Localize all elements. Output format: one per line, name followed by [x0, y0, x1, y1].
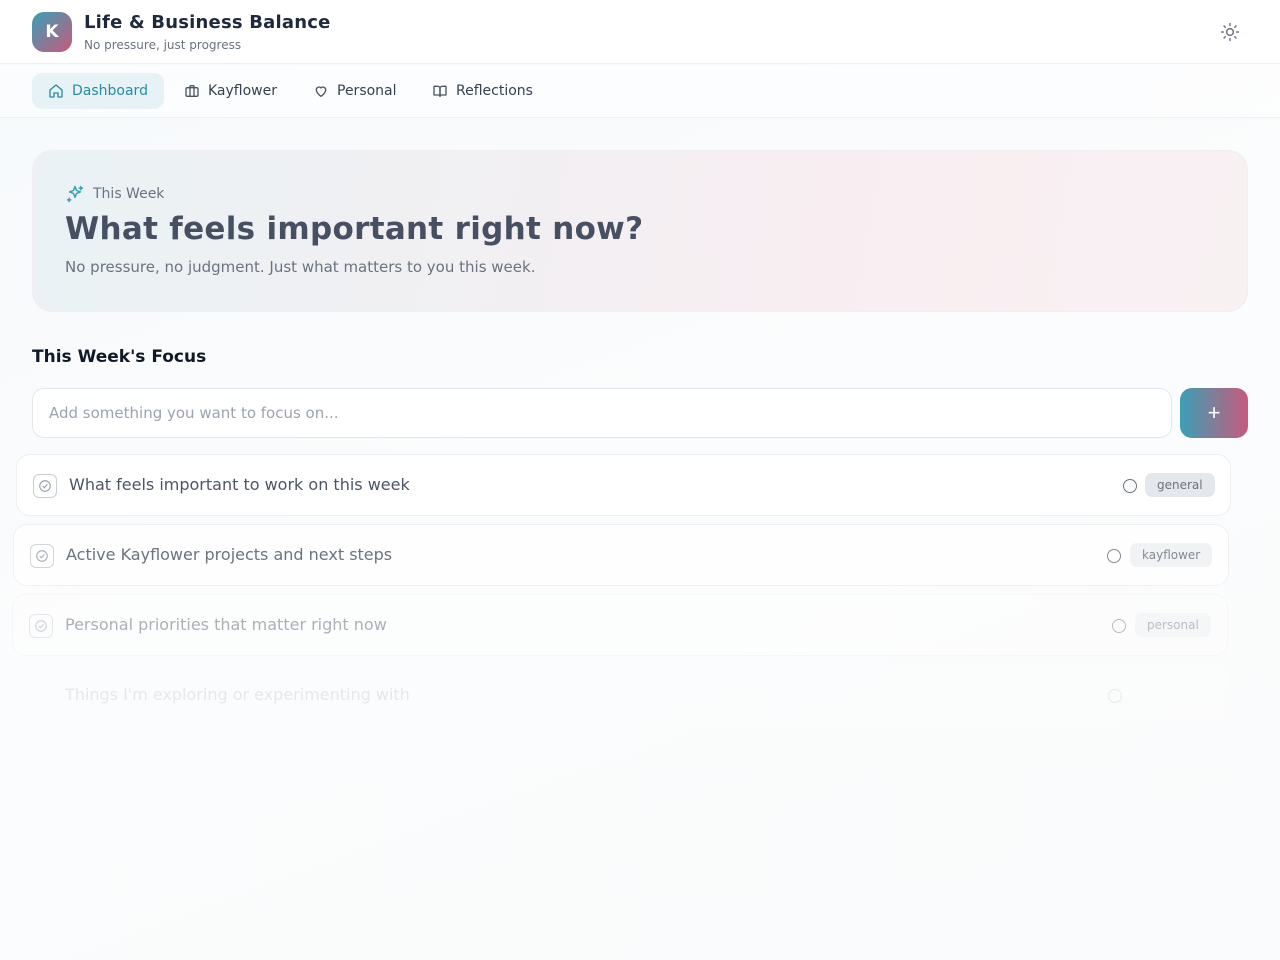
- item-checkbox[interactable]: [29, 614, 53, 638]
- focus-item-label: Active Kayflower projects and next steps: [66, 545, 393, 564]
- hero-eyebrow: This Week: [65, 184, 164, 204]
- heart-icon: [315, 86, 327, 97]
- focus-section-title: This Week's Focus: [32, 347, 207, 367]
- item-checkbox[interactable]: [30, 544, 54, 568]
- briefcase-icon: [185, 85, 199, 97]
- check-circle-icon: [36, 550, 48, 562]
- focus-input[interactable]: [32, 388, 1172, 438]
- sun-icon: [1220, 22, 1240, 42]
- focus-item-label: What feels important to work on this wee…: [69, 475, 410, 494]
- focus-item: Active Kayflower projects and next steps…: [13, 524, 1229, 586]
- focus-item-label: Personal priorities that matter right no…: [65, 615, 387, 634]
- focus-item: What feels important to work on this wee…: [16, 454, 1231, 516]
- hero-description: No pressure, no judgment. Just what matt…: [65, 258, 536, 276]
- check-circle-icon: [39, 480, 51, 492]
- home-icon: [49, 84, 63, 98]
- hero-eyebrow-label: This Week: [93, 186, 165, 202]
- tab-label: Kayflower: [208, 83, 278, 99]
- main-nav: Dashboard Kayflower Personal Reflections: [0, 65, 1280, 118]
- app-logo: K: [32, 12, 72, 52]
- item-status-toggle[interactable]: [1112, 619, 1126, 633]
- book-icon: [433, 85, 447, 97]
- check-circle-icon: [35, 620, 47, 632]
- item-status-toggle[interactable]: [1108, 689, 1122, 703]
- focus-item: Things I'm exploring or experimenting wi…: [12, 664, 1228, 726]
- tab-dashboard[interactable]: Dashboard: [32, 73, 164, 109]
- item-tag: personal: [1135, 613, 1211, 637]
- item-status-toggle[interactable]: [1107, 549, 1121, 563]
- app-subtitle: No pressure, just progress: [84, 38, 242, 52]
- tab-label: Dashboard: [72, 83, 148, 99]
- tab-reflections[interactable]: Reflections: [416, 73, 549, 109]
- focus-item: Personal priorities that matter right no…: [12, 594, 1228, 656]
- weekly-hero-card: This Week What feels important right now…: [32, 150, 1248, 312]
- app-header: K Life & Business Balance No pressure, j…: [0, 0, 1280, 64]
- focus-item-label: Things I'm exploring or experimenting wi…: [65, 685, 410, 704]
- app-title: Life & Business Balance: [84, 12, 331, 33]
- item-tag: general: [1145, 473, 1215, 497]
- tab-label: Personal: [337, 83, 397, 99]
- item-tag: kayflower: [1130, 543, 1213, 567]
- hero-title: What feels important right now?: [65, 211, 644, 247]
- theme-toggle-button[interactable]: [1218, 20, 1242, 44]
- add-focus-button[interactable]: +: [1180, 388, 1248, 438]
- tab-personal[interactable]: Personal: [297, 73, 413, 109]
- sparkles-icon: [66, 185, 84, 203]
- item-checkbox[interactable]: [33, 474, 57, 498]
- item-status-toggle[interactable]: [1123, 479, 1137, 493]
- tab-kayflower[interactable]: Kayflower: [168, 73, 293, 109]
- tab-label: Reflections: [456, 83, 533, 99]
